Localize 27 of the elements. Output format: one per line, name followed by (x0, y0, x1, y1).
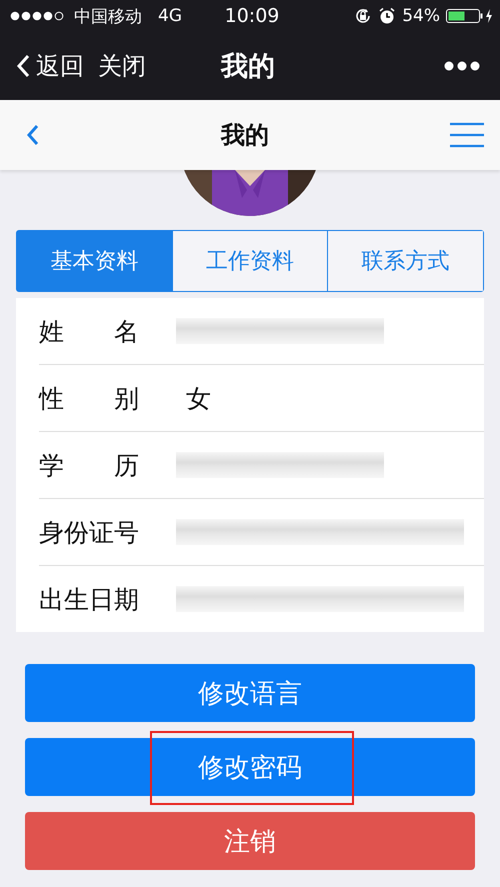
window-title: 我的 (221, 50, 275, 84)
back-button[interactable]: 返回 (16, 50, 84, 82)
tab[interactable]: 工作资料 (172, 231, 328, 291)
field-value: 女 (186, 382, 211, 414)
field-label: 学 历 (39, 450, 140, 482)
rotation-lock-icon (354, 7, 372, 25)
network-type: 4G (158, 6, 182, 26)
field-label: 姓 名 (39, 316, 140, 348)
field-label: 出生日期 (39, 584, 140, 616)
menu-icon[interactable] (450, 122, 484, 148)
tab[interactable]: 联系方式 (327, 231, 484, 291)
alarm-icon (378, 7, 396, 25)
close-button[interactable]: 关闭 (98, 50, 146, 82)
tab[interactable]: 基本资料 (17, 231, 172, 291)
field-label: 身份证号 (39, 516, 140, 548)
action-button[interactable]: 修改密码 (25, 738, 475, 796)
action-button[interactable]: 注销 (25, 812, 475, 870)
back-icon[interactable] (26, 123, 40, 147)
page-title: 我的 (221, 120, 269, 151)
battery-percent: 54% (402, 6, 440, 26)
action-button[interactable]: 修改语言 (25, 664, 475, 722)
battery-icon (446, 8, 494, 24)
carrier-name: 中国移动 (74, 6, 142, 28)
back-chevron-icon (16, 54, 30, 78)
field-label: 性 别 (39, 382, 140, 414)
more-icon[interactable] (444, 61, 480, 71)
status-time: 10:09 (224, 5, 280, 27)
